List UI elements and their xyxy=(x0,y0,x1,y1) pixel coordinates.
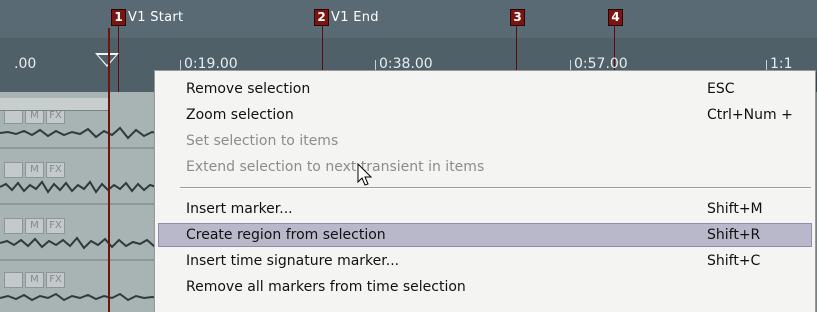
menu-item-label: Remove selection xyxy=(186,81,311,97)
record-arm-button[interactable] xyxy=(4,218,23,234)
mute-button[interactable]: M xyxy=(25,162,44,178)
track-divider xyxy=(0,259,160,261)
marker-number: 3 xyxy=(510,8,525,26)
menu-item-set-selection-to-items: Set selection to items xyxy=(159,130,811,152)
fx-button[interactable]: FX xyxy=(46,218,65,234)
waveform xyxy=(0,126,160,140)
track-divider xyxy=(0,147,160,149)
menu-item-label: Remove all markers from time selection xyxy=(186,279,466,295)
fx-button[interactable]: FX xyxy=(46,162,65,178)
waveform xyxy=(0,236,160,250)
marker-name: V1 Start xyxy=(128,9,184,25)
menu-item-shortcut: Ctrl+Num + xyxy=(707,107,793,123)
track-divider xyxy=(0,203,160,205)
menu-separator xyxy=(180,187,811,189)
menu-item-create-region[interactable]: Create region from selection Shift+R xyxy=(158,223,812,247)
marker-1[interactable]: 1 V1 Start xyxy=(111,8,183,26)
menu-item-remove-selection[interactable]: Remove selection ESC xyxy=(159,78,811,100)
menu-item-label: Insert time signature marker... xyxy=(186,253,400,269)
marker-name: V1 End xyxy=(331,9,379,25)
marker-4[interactable]: 4 xyxy=(608,8,625,26)
track[interactable]: M FX xyxy=(0,154,160,201)
menu-item-label: Insert marker... xyxy=(186,201,293,217)
fx-button[interactable]: FX xyxy=(46,272,65,288)
record-arm-button[interactable] xyxy=(4,272,23,288)
marker-number: 4 xyxy=(608,8,623,26)
mute-button[interactable]: M xyxy=(25,218,44,234)
track[interactable]: M FX xyxy=(0,210,160,257)
menu-item-shortcut: ESC xyxy=(707,81,735,97)
mute-button[interactable]: M xyxy=(25,272,44,288)
waveform xyxy=(0,292,160,302)
mouse-pointer-icon xyxy=(357,163,373,186)
menu-item-extend-selection: Extend selection to next transient in it… xyxy=(159,156,811,178)
marker-number: 1 xyxy=(111,8,126,26)
menu-item-label: Zoom selection xyxy=(186,107,294,123)
marker-2[interactable]: 2 V1 End xyxy=(314,8,379,26)
menu-item-insert-time-signature[interactable]: Insert time signature marker... Shift+C xyxy=(159,250,811,272)
marker-number: 2 xyxy=(314,8,329,26)
menu-item-label: Extend selection to next transient in it… xyxy=(186,159,485,175)
edit-cursor-line xyxy=(108,28,110,312)
edit-cursor-handle-inner xyxy=(98,55,116,65)
menu-item-insert-marker[interactable]: Insert marker... Shift+M xyxy=(159,198,811,220)
marker-3[interactable]: 3 xyxy=(510,8,527,26)
menu-item-label: Create region from selection xyxy=(186,227,386,243)
track[interactable]: M FX xyxy=(0,264,160,311)
waveform xyxy=(0,180,160,194)
menu-item-shortcut: Shift+R xyxy=(707,227,761,243)
menu-item-shortcut: Shift+C xyxy=(707,253,761,269)
menu-item-shortcut: Shift+M xyxy=(707,201,763,217)
menu-item-label: Set selection to items xyxy=(186,133,339,149)
context-menu: Remove selection ESC Zoom selection Ctrl… xyxy=(154,70,816,312)
record-arm-button[interactable] xyxy=(4,162,23,178)
time-label: .00 xyxy=(14,56,37,72)
menu-item-remove-all-markers[interactable]: Remove all markers from time selection xyxy=(159,276,811,298)
time-selection-bar[interactable] xyxy=(0,98,110,111)
menu-item-zoom-selection[interactable]: Zoom selection Ctrl+Num + xyxy=(159,104,811,126)
arrange-view: 1 V1 Start 2 V1 End 3 4 .00 0:19.00 0:38… xyxy=(0,0,817,312)
